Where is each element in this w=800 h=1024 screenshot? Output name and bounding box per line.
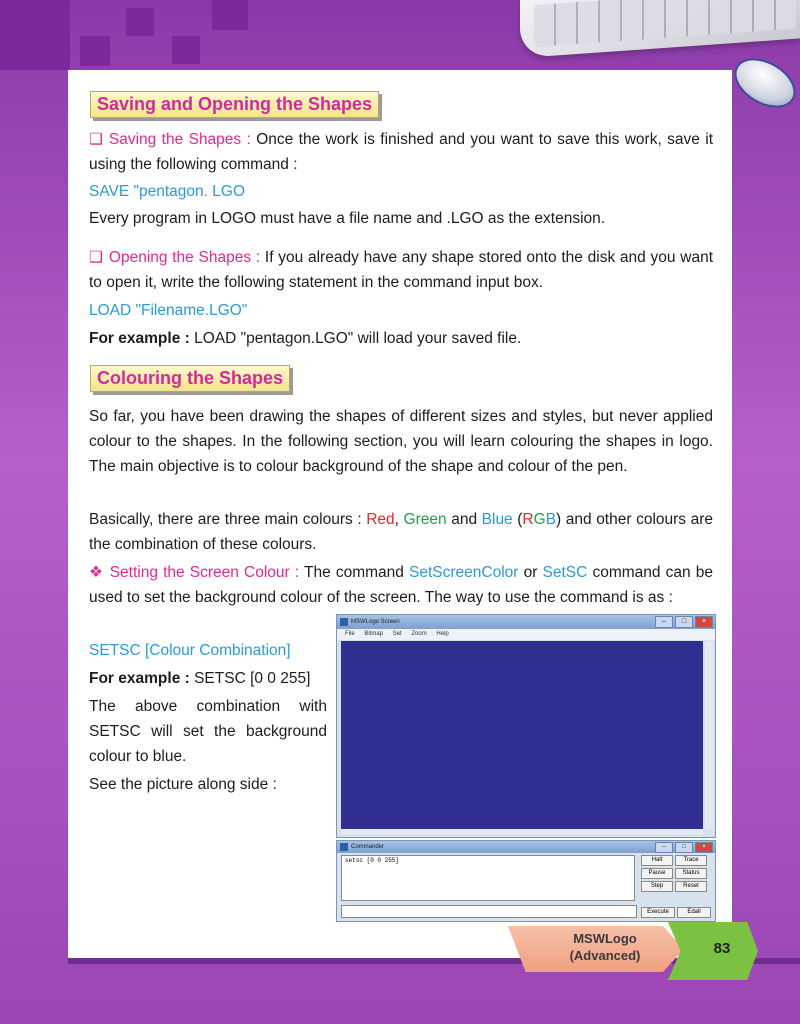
menu-help: Help	[436, 631, 449, 637]
reset-button: Reset	[675, 881, 707, 892]
commander-window: Commander – □ × setsc [0 0 255] Halt Tra…	[336, 840, 716, 922]
execute-button: Execute	[641, 907, 675, 918]
page-number: 83	[713, 940, 731, 957]
app-icon	[340, 843, 348, 851]
commander-titlebar: Commander – □ ×	[337, 841, 715, 853]
setsc-syntax: SETSC [Colour Combination]	[89, 642, 291, 659]
example-text: LOAD "pentagon.LGO" will load your saved…	[194, 330, 522, 347]
rgb-b: B	[545, 511, 557, 528]
checkbox-bullet-icon: ❑	[89, 131, 103, 148]
opening-paragraph: ❑ Opening the Shapes : If you already hav…	[89, 245, 713, 295]
blue-canvas	[341, 641, 703, 829]
load-example: For example : LOAD "pentagon.LGO" will l…	[89, 326, 713, 351]
horizontal-scrollbar	[341, 829, 703, 835]
trace-button: Trace	[675, 855, 707, 866]
corner-decoration	[80, 36, 110, 66]
screen-colour-paragraph: ❖ Setting the Screen Colour : The command…	[89, 560, 713, 610]
corner-decoration	[126, 8, 154, 36]
mswlogo-menubar: File Bitmap Set Zoom Help	[337, 629, 715, 640]
mswlogo-screen-window: MSWLogo Screen – □ × File Bitmap Set Zoo…	[336, 614, 716, 838]
rgb-g: G	[533, 511, 546, 528]
rgb-r: R	[522, 511, 534, 528]
app-icon	[340, 618, 348, 626]
maximize-icon: □	[675, 842, 693, 853]
and-word: and	[451, 511, 478, 528]
commander-buttons: Halt Trace Pause Status Step Reset	[641, 855, 707, 892]
colouring-intro: So far, you have been drawing the shapes…	[89, 408, 713, 475]
basic-colours-paragraph: Basically, there are three main colours …	[89, 511, 714, 553]
minimize-icon: –	[655, 842, 673, 853]
opening-label: Opening the Shapes :	[108, 249, 261, 266]
screen-colour-label: Setting the Screen Colour :	[109, 564, 300, 581]
menu-file: File	[345, 631, 355, 637]
status-button: Status	[675, 868, 707, 879]
section-heading-colouring: Colouring the Shapes	[90, 365, 291, 392]
example-text-2: SETSC [0 0 255]	[194, 670, 311, 687]
see-picture-text: See the picture along side :	[89, 776, 277, 793]
example-label: For example :	[89, 330, 190, 347]
saving-paragraph: ❑ Saving the Shapes : Once the work is fi…	[89, 127, 713, 177]
save-command: SAVE "pentagon. LGO	[89, 183, 246, 200]
mouse-illustration	[725, 48, 800, 118]
close-icon: ×	[695, 842, 713, 853]
screen-text-1: The command	[303, 564, 404, 581]
saving-label: Saving the Shapes :	[108, 131, 251, 148]
corner-decoration	[0, 0, 70, 70]
menu-bitmap: Bitmap	[364, 631, 384, 637]
setsc-word: SetSC	[542, 564, 588, 581]
red-word: Red	[366, 511, 395, 528]
mswlogo-titlebar: MSWLogo Screen – □ ×	[337, 615, 715, 629]
book-title-line1: MSWLogo	[573, 931, 637, 946]
setsc-example: For example : SETSC [0 0 255]	[89, 666, 329, 691]
corner-decoration	[172, 36, 200, 64]
setsc-explanation: The above combination with SETSC will se…	[89, 698, 327, 765]
keyboard-illustration	[520, 0, 800, 58]
commander-history: setsc [0 0 255]	[341, 855, 635, 901]
vertical-scrollbar	[705, 641, 713, 829]
maximize-icon: □	[675, 616, 693, 628]
menu-zoom: Zoom	[411, 631, 427, 637]
corner-decoration	[212, 0, 248, 30]
green-word: Green	[403, 511, 447, 528]
window-title: MSWLogo Screen	[351, 619, 400, 625]
menu-set: Set	[392, 631, 402, 637]
halt-button: Halt	[641, 855, 673, 866]
edall-button: Edall	[677, 907, 711, 918]
commander-input-line	[341, 905, 637, 918]
book-title: MSWLogo (Advanced)	[540, 930, 670, 964]
section-heading-saving-opening: Saving and Opening the Shapes	[90, 91, 380, 118]
example-label-2: For example :	[89, 670, 190, 687]
minimize-icon: –	[655, 616, 673, 628]
or-word: or	[523, 564, 538, 581]
pause-button: Pause	[641, 868, 673, 879]
close-icon: ×	[695, 616, 713, 628]
blue-word: Blue	[481, 511, 513, 528]
commander-title: Commander	[351, 844, 385, 850]
checkbox-bullet-icon: ❑	[89, 249, 103, 266]
basic-text: Basically, there are three main colours …	[89, 511, 362, 528]
step-button: Step	[641, 881, 673, 892]
diamond-bullet-icon: ❖	[89, 564, 104, 581]
load-command: LOAD "Filename.LGO"	[89, 302, 248, 319]
extension-note: Every program in LOGO must have a file n…	[89, 210, 606, 227]
setscreencolor-word: SetScreenColor	[409, 564, 519, 581]
book-title-line2: (Advanced)	[569, 948, 641, 963]
